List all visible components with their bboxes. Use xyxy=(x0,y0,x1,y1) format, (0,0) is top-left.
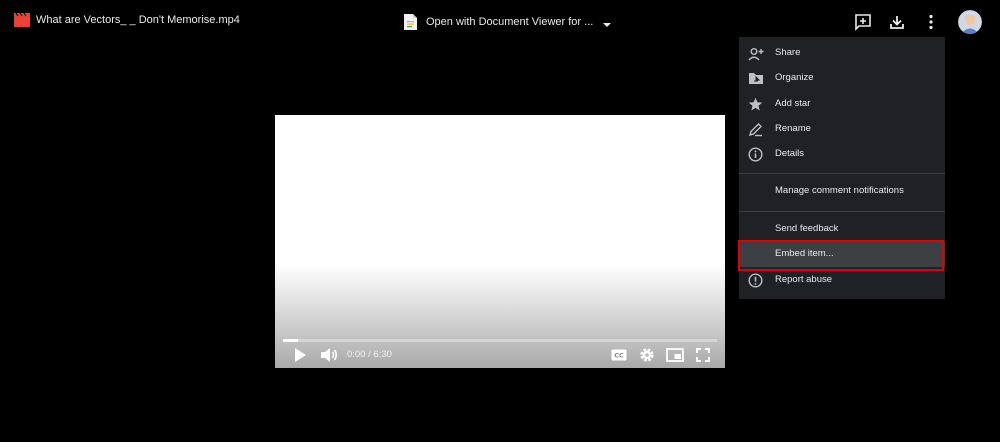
progress-fill xyxy=(283,339,299,342)
account-avatar[interactable] xyxy=(958,10,982,34)
volume-icon[interactable] xyxy=(318,345,340,365)
menu-item-label: Details xyxy=(775,148,805,159)
info-icon xyxy=(747,146,764,163)
settings-icon[interactable] xyxy=(637,345,657,365)
video-player[interactable]: 0:00 / 6:30 CC xyxy=(275,115,725,368)
add-comment-icon[interactable] xyxy=(853,12,873,32)
menu-item-label: Embed item... xyxy=(775,248,834,259)
menu-item-label: Manage comment notifications xyxy=(775,185,904,196)
more-actions-menu: Share Organize Add star Rename Details M… xyxy=(739,37,945,299)
menu-item-label: Share xyxy=(775,47,801,58)
play-icon[interactable] xyxy=(290,345,310,365)
menu-item-rename[interactable]: Rename xyxy=(739,117,945,142)
progress-bar[interactable] xyxy=(283,339,717,342)
pencil-icon xyxy=(747,121,764,138)
miniplayer-icon[interactable] xyxy=(664,345,686,365)
menu-item-send-feedback[interactable]: Send feedback xyxy=(739,217,945,242)
star-icon xyxy=(747,96,764,113)
video-file-icon xyxy=(14,12,30,27)
document-viewer-icon xyxy=(404,14,417,30)
menu-divider xyxy=(739,211,945,212)
menu-item-details[interactable]: Details xyxy=(739,142,945,167)
fullscreen-icon[interactable] xyxy=(693,345,713,365)
report-icon xyxy=(747,272,764,289)
svg-text:CC: CC xyxy=(614,352,624,360)
menu-item-embed-item[interactable]: Embed item... xyxy=(739,242,945,267)
file-title: What are Vectors_ _ Don't Memorise.mp4 xyxy=(36,14,240,26)
menu-item-organize[interactable]: Organize xyxy=(739,66,945,91)
more-vert-icon[interactable] xyxy=(921,12,941,32)
folder-move-icon xyxy=(747,70,764,87)
menu-item-label: Organize xyxy=(775,72,814,83)
captions-icon[interactable]: CC xyxy=(609,345,629,365)
menu-item-add-star[interactable]: Add star xyxy=(739,92,945,117)
download-icon[interactable] xyxy=(887,12,907,32)
menu-item-report-abuse[interactable]: Report abuse xyxy=(739,268,945,293)
video-time: 0:00 / 6:30 xyxy=(347,349,392,360)
open-with-label: Open with Document Viewer for ... xyxy=(426,16,594,28)
menu-item-label: Send feedback xyxy=(775,223,839,234)
menu-item-label: Add star xyxy=(775,98,811,109)
chevron-down-icon xyxy=(602,17,612,27)
menu-item-label: Report abuse xyxy=(775,274,833,285)
menu-item-share[interactable]: Share xyxy=(739,41,945,66)
menu-item-label: Rename xyxy=(775,123,811,134)
open-with-button[interactable]: Open with Document Viewer for ... xyxy=(404,12,612,32)
person-add-icon xyxy=(747,45,764,62)
menu-item-manage-comment-notifications[interactable]: Manage comment notifications xyxy=(739,179,945,204)
menu-divider xyxy=(739,173,945,174)
